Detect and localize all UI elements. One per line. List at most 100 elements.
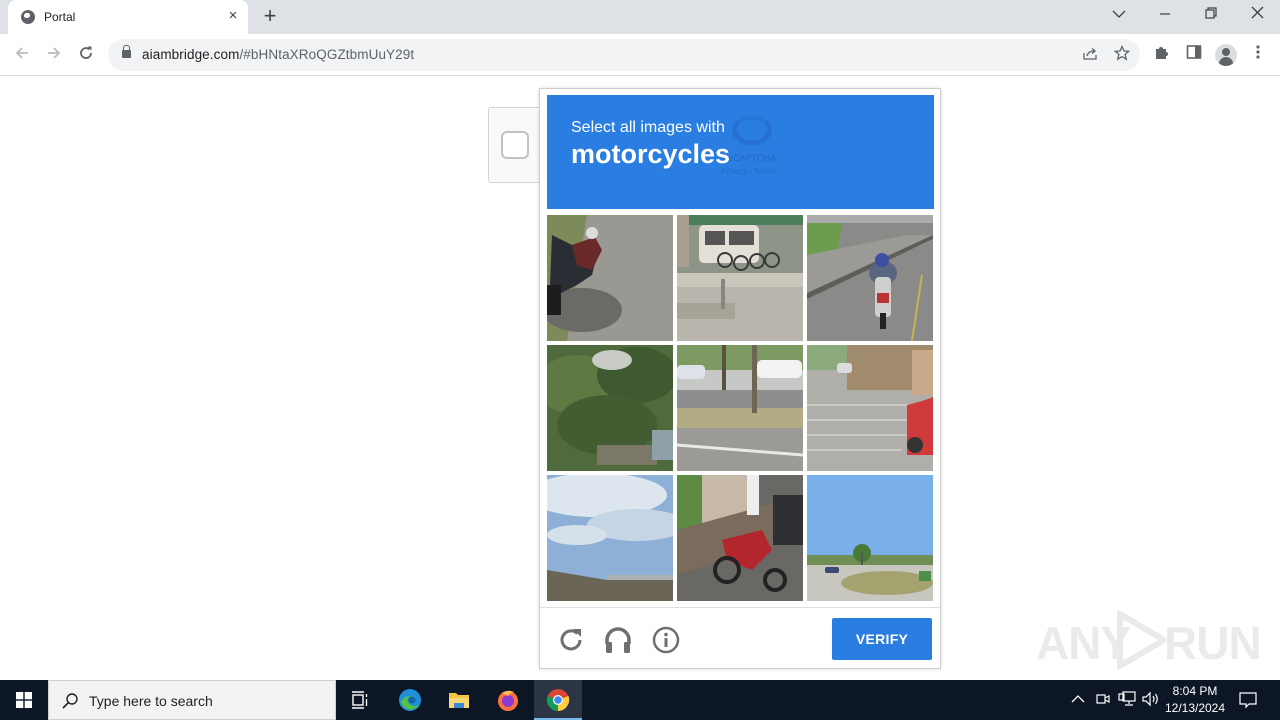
- browser-tab[interactable]: Portal ×: [8, 0, 248, 34]
- network-button[interactable]: [1118, 691, 1136, 709]
- taskbar-search-box[interactable]: Type here to search: [48, 680, 336, 720]
- search-icon: [62, 693, 78, 709]
- show-hidden-icons-button[interactable]: [1069, 691, 1087, 709]
- audio-challenge-button[interactable]: [603, 625, 633, 655]
- tile-image: [807, 215, 933, 341]
- chrome-app[interactable]: [534, 680, 582, 720]
- info-icon: [652, 626, 680, 654]
- volume-icon: [1142, 691, 1158, 707]
- forward-button[interactable]: [42, 43, 66, 67]
- task-view-button[interactable]: [336, 680, 384, 720]
- anyrun-watermark: ANY RUN: [1036, 608, 1262, 672]
- clock-date[interactable]: 12/13/2024: [1162, 701, 1228, 715]
- footer-divider: [540, 607, 940, 608]
- address-bar[interactable]: aiambridge.com/#bHNtaXRoQGZtbmUuY29t: [108, 39, 1140, 71]
- url-text[interactable]: aiambridge.com/#bHNtaXRoQGZtbmUuY29t: [142, 47, 414, 62]
- meet-now-button[interactable]: [1094, 691, 1112, 709]
- challenge-header: reCAPTCHA Privacy - Terms Select all ima…: [547, 95, 934, 209]
- side-panel-icon: [1186, 45, 1202, 59]
- edge-icon: [399, 689, 421, 711]
- image-tile-2[interactable]: [677, 215, 803, 341]
- chevron-up-icon: [1071, 695, 1085, 703]
- restore-button[interactable]: [1188, 0, 1234, 30]
- recaptcha-logo-text: reCAPTCHA: [725, 153, 777, 163]
- search-placeholder: Type here to search: [89, 693, 213, 709]
- windows-logo-icon: [16, 692, 32, 708]
- back-button[interactable]: [10, 43, 34, 67]
- reload-challenge-button[interactable]: [556, 625, 586, 655]
- tile-image: [547, 345, 673, 471]
- chrome-icon: [546, 689, 570, 711]
- tile-image: [807, 475, 933, 601]
- restore-icon: [1205, 7, 1217, 19]
- image-tile-9[interactable]: [807, 475, 933, 601]
- verify-button[interactable]: VERIFY: [832, 618, 932, 660]
- image-tile-4[interactable]: [547, 345, 673, 471]
- image-tile-6[interactable]: [807, 345, 933, 471]
- reload-button[interactable]: [74, 43, 98, 67]
- clock-time[interactable]: 8:04 PM: [1162, 684, 1228, 698]
- new-tab-button[interactable]: +: [259, 5, 281, 27]
- menu-kebab-icon: [1256, 45, 1260, 59]
- menu-button[interactable]: [1247, 44, 1269, 66]
- share-button[interactable]: [1080, 45, 1100, 65]
- image-tile-7[interactable]: [547, 475, 673, 601]
- start-button[interactable]: [0, 680, 48, 720]
- windows-taskbar: Type here to search 8:04 PM 12/13/2024: [0, 680, 1280, 720]
- extensions-icon: [1156, 47, 1168, 59]
- bookmark-star-icon: [1113, 44, 1131, 61]
- edge-app[interactable]: [386, 680, 434, 720]
- tile-image: [547, 215, 673, 341]
- tile-image: [677, 345, 803, 471]
- chevron-down-icon: [1112, 10, 1126, 18]
- task-view-icon: [352, 691, 368, 709]
- action-center-button[interactable]: [1238, 691, 1258, 709]
- info-button[interactable]: [651, 625, 681, 655]
- watermark-text-right: RUN: [1164, 617, 1262, 669]
- arrow-left-icon: [15, 47, 28, 59]
- tab-close-button[interactable]: ×: [224, 7, 242, 25]
- url-path: /#bHNtaXRoQGZtbmUuY29t: [239, 47, 415, 62]
- close-window-button[interactable]: [1234, 0, 1280, 30]
- bookmark-button[interactable]: [1112, 44, 1132, 65]
- reload-icon: [560, 629, 582, 651]
- image-grid: [547, 215, 934, 602]
- volume-button[interactable]: [1142, 691, 1160, 709]
- close-icon: [1251, 6, 1263, 19]
- recaptcha-checkbox[interactable]: [501, 131, 529, 159]
- file-explorer-app[interactable]: [435, 680, 483, 720]
- challenge-instruction: Select all images with: [571, 119, 725, 136]
- tile-image: [677, 215, 803, 341]
- firefox-app[interactable]: [484, 680, 532, 720]
- share-icon: [1083, 48, 1097, 60]
- image-tile-8[interactable]: [677, 475, 803, 601]
- profile-avatar-icon[interactable]: [1215, 44, 1237, 66]
- image-tile-5[interactable]: [677, 345, 803, 471]
- extensions-button[interactable]: [1151, 44, 1173, 66]
- headphones-icon: [605, 627, 631, 653]
- tab-title: Portal: [44, 10, 76, 24]
- play-logo-icon: [1117, 610, 1168, 670]
- tab-search-button[interactable]: [1096, 0, 1142, 30]
- side-panel-button[interactable]: [1183, 44, 1205, 66]
- recaptcha-logo-icon: [732, 115, 772, 145]
- image-tile-1[interactable]: [547, 215, 673, 341]
- tile-image: [677, 475, 803, 601]
- tab-strip: Portal × +: [0, 0, 1280, 34]
- reload-icon: [80, 46, 92, 59]
- minimize-icon: [1160, 13, 1170, 15]
- browser-toolbar: aiambridge.com/#bHNtaXRoQGZtbmUuY29t: [0, 34, 1280, 76]
- lock-icon: [122, 45, 131, 58]
- notification-icon: [1239, 692, 1257, 709]
- url-domain: aiambridge.com: [142, 47, 240, 62]
- globe-icon: [21, 10, 35, 24]
- captcha-challenge: reCAPTCHA Privacy - Terms Select all ima…: [539, 88, 941, 669]
- tile-image: [807, 345, 933, 471]
- minimize-button[interactable]: [1142, 0, 1188, 30]
- arrow-right-icon: [48, 47, 61, 59]
- network-icon: [1118, 691, 1136, 706]
- image-tile-3[interactable]: [807, 215, 933, 341]
- challenge-target: motorcycles: [571, 139, 731, 169]
- tile-image: [547, 475, 673, 601]
- folder-icon: [449, 693, 469, 708]
